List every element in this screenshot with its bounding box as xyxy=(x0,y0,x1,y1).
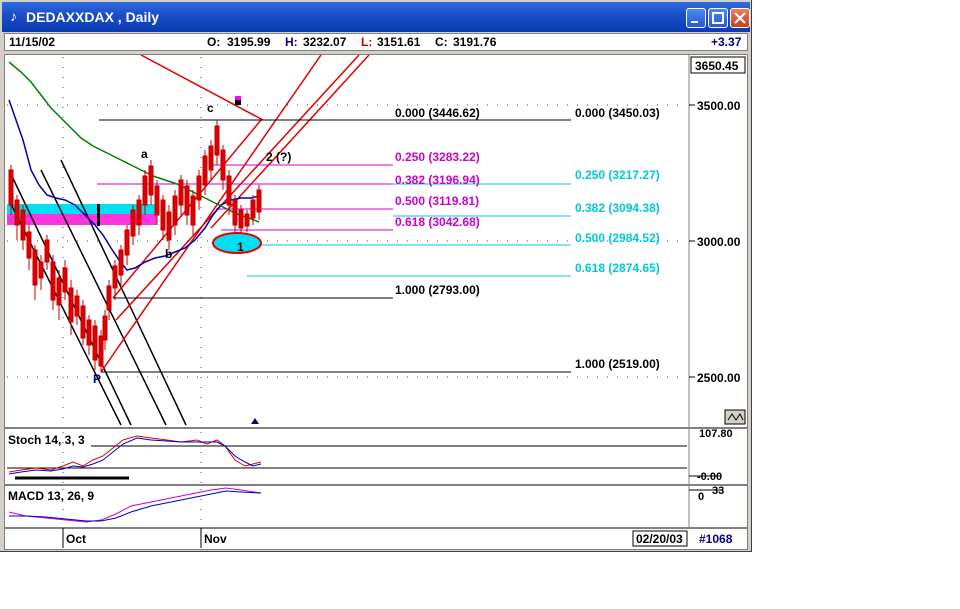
close-label: C: xyxy=(435,35,448,49)
wave-a-label: a xyxy=(141,147,148,161)
fib-left-4: 0.618 (3042.68) xyxy=(395,215,480,229)
fib-left-5: 1.000 (2793.00) xyxy=(395,283,480,297)
wave-1-label: 1 xyxy=(237,240,244,254)
minimize-icon xyxy=(691,21,698,23)
close-icon xyxy=(734,12,746,24)
low-label: L: xyxy=(361,35,373,49)
scale-toggle-button[interactable] xyxy=(724,409,746,425)
maximize-icon xyxy=(712,12,724,24)
price-info-bar: 11/15/02 O: 3195.99 H: 3232.07 L: 3151.6… xyxy=(4,33,748,51)
close-value: 3191.76 xyxy=(453,35,497,49)
fib-right-4: 0.618 (2874.65) xyxy=(575,261,660,275)
fib-right-1: 0.250 (3217.27) xyxy=(575,168,660,182)
high-label: H: xyxy=(285,35,298,49)
fib-left-1: 0.250 (3283.22) xyxy=(395,150,480,164)
wave-c-label: c xyxy=(207,101,214,115)
fib-left-0: 0.000 (3446.62) xyxy=(395,106,480,120)
macd-axis-top: 33 xyxy=(712,485,724,497)
wave-2-label: 2 (?) xyxy=(266,150,291,164)
fib-right-0: 0.000 (3450.03) xyxy=(575,106,660,120)
bar-date: 11/15/02 xyxy=(9,35,56,49)
minimize-button[interactable] xyxy=(686,8,706,28)
price-tick-3500: 3500.00 xyxy=(697,99,741,113)
date-label-nov: Nov xyxy=(204,532,227,546)
open-label: O: xyxy=(207,35,221,49)
stoch-axis-top: 107.80 xyxy=(699,428,733,440)
fib-right-3: 0.500 (2984.52) xyxy=(575,231,660,245)
maximize-button[interactable] xyxy=(708,8,728,28)
price-axis-top: 3650.45 xyxy=(695,59,739,73)
high-value: 3232.07 xyxy=(303,35,347,49)
date-label-oct: Oct xyxy=(66,532,86,546)
fib-right-5: 1.000 (2519.00) xyxy=(575,357,660,371)
triangle-marker-icon xyxy=(251,418,259,424)
fib-left-3: 0.500 (3119.81) xyxy=(395,194,479,208)
fib-left-2: 0.382 (3196.94) xyxy=(395,173,480,187)
chart-area[interactable]: 0.000 (3446.62) 0.250 (3283.22) 0.382 (3… xyxy=(4,54,748,550)
macd-axis-mid: 0 xyxy=(698,491,704,503)
chart-canvas[interactable]: 0.000 (3446.62) 0.250 (3283.22) 0.382 (3… xyxy=(5,54,747,549)
open-value: 3195.99 xyxy=(227,35,271,49)
price-tick-2500: 2500.00 xyxy=(697,371,741,385)
pivot-p-label: P xyxy=(93,372,101,386)
close-button[interactable] xyxy=(730,8,750,28)
wave-b-label: b xyxy=(165,247,172,261)
end-date-box: 02/20/03 xyxy=(636,532,683,546)
stoch-label: Stoch 14, 3, 3 xyxy=(8,433,85,447)
stoch-axis-bottom: -0.00 xyxy=(697,471,722,483)
price-tick-3000: 3000.00 xyxy=(697,235,741,249)
fib-right-2: 0.382 (3094.38) xyxy=(575,201,660,215)
window-title: DEDAXXDAX , Daily xyxy=(26,9,160,25)
bar-count: #1068 xyxy=(699,532,733,546)
change-value: +3.37 xyxy=(711,35,742,49)
low-value: 3151.61 xyxy=(377,35,421,49)
chart-window: ♪ DEDAXXDAX , Daily 11/15/02 O: 3195.99 … xyxy=(0,0,752,552)
title-bar[interactable]: ♪ DEDAXXDAX , Daily xyxy=(2,2,750,32)
macd-label: MACD 13, 26, 9 xyxy=(8,489,94,503)
chart-app-icon: ♪ xyxy=(10,8,17,24)
